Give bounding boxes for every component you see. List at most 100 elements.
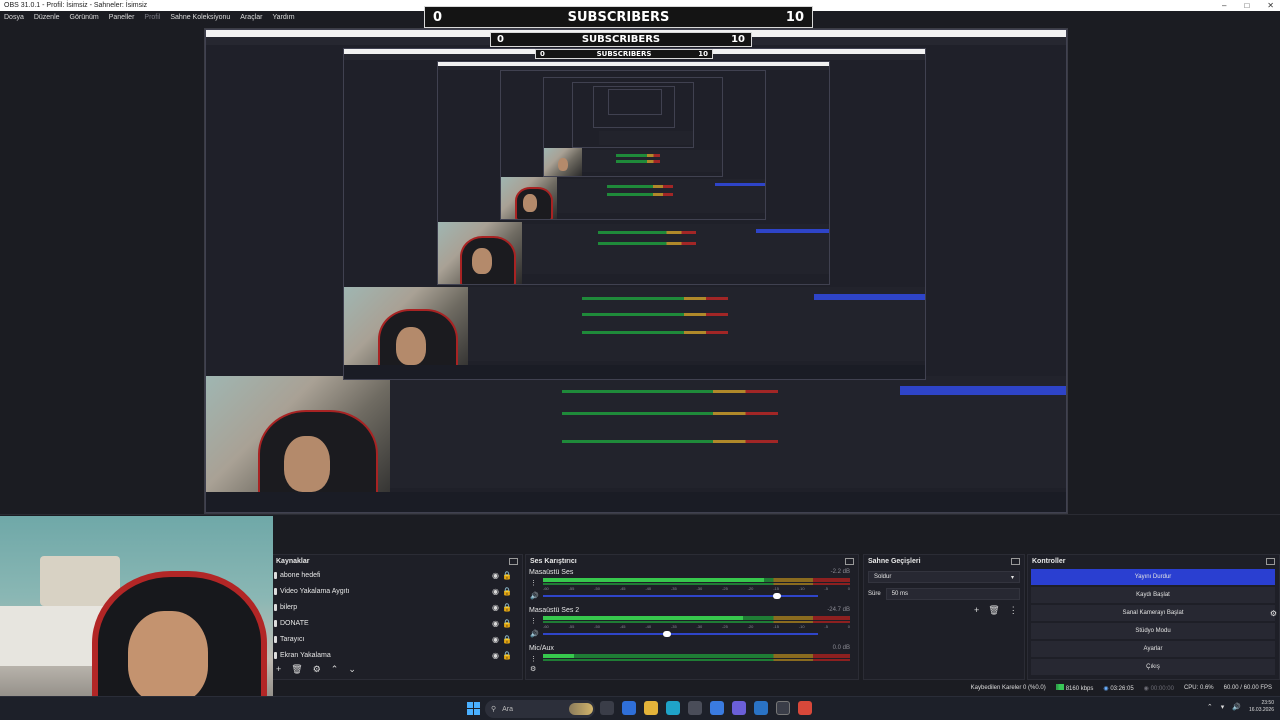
minimize-icon[interactable]: – bbox=[1222, 1, 1226, 10]
transitions-header: Sahne Geçişleri bbox=[864, 555, 1024, 567]
source-label: Video Yakalama Aygıtı bbox=[280, 587, 350, 595]
menu-edit[interactable]: Düzenle bbox=[34, 14, 60, 21]
menu-file[interactable]: Dosya bbox=[4, 14, 24, 21]
menu-tools[interactable]: Araçlar bbox=[240, 14, 262, 21]
eye-icon[interactable]: ◉ bbox=[492, 635, 499, 644]
menu-help[interactable]: Yardım bbox=[272, 14, 294, 21]
duration-value: 50 ms bbox=[891, 591, 909, 597]
stream-time-value: 03:26:05 bbox=[1110, 685, 1134, 692]
chevron-up-icon[interactable]: ⌃ bbox=[1207, 703, 1213, 711]
undock-icon[interactable] bbox=[1266, 557, 1275, 565]
eye-icon[interactable]: ◉ bbox=[492, 651, 499, 660]
file-explorer-icon[interactable] bbox=[644, 701, 658, 715]
sources-dock: Kaynaklar abone hedefi ◉ 🔒 Video Yakalam… bbox=[271, 554, 523, 680]
undock-icon[interactable] bbox=[845, 557, 854, 565]
menu-view[interactable]: Görünüm bbox=[70, 14, 99, 21]
exit-button[interactable]: Çıkış bbox=[1031, 659, 1275, 675]
search-icon: ⚲ bbox=[491, 706, 497, 713]
virtual-camera-label: Sanal Kamerayı Başlat bbox=[1122, 610, 1184, 616]
chrome-icon[interactable] bbox=[798, 701, 812, 715]
gear-icon[interactable]: ⚙ bbox=[313, 664, 321, 675]
trash-icon[interactable]: 🗑 bbox=[291, 664, 302, 675]
duration-label: Süre bbox=[868, 591, 881, 597]
add-icon[interactable]: + bbox=[974, 605, 979, 616]
volume-slider[interactable] bbox=[543, 631, 818, 637]
lock-icon[interactable]: 🔒 bbox=[502, 635, 512, 644]
meter-tick: -30 bbox=[696, 624, 703, 629]
lock-icon[interactable]: 🔒 bbox=[502, 619, 512, 628]
lock-icon[interactable]: 🔒 bbox=[502, 603, 512, 612]
speaker-icon[interactable]: 🔊 bbox=[530, 592, 539, 600]
transition-duration: Süre 50 ms bbox=[868, 588, 1020, 600]
search-highlight-image bbox=[569, 703, 593, 715]
source-item[interactable]: Video Yakalama Aygıtı ◉ 🔒 bbox=[272, 583, 522, 599]
add-icon[interactable]: + bbox=[276, 664, 281, 675]
volume-slider[interactable] bbox=[543, 593, 818, 599]
source-item[interactable]: abone hedefi ◉ 🔒 bbox=[272, 567, 522, 583]
speaker-icon[interactable]: 🔊 bbox=[530, 630, 539, 638]
gear-icon[interactable]: ⚙ bbox=[1270, 609, 1277, 618]
edge-icon[interactable] bbox=[666, 701, 680, 715]
settings-button[interactable]: Ayarlar bbox=[1031, 641, 1275, 657]
meter-scale: -60 -55 -50 -45 -40 -35 -30 -25 -20 -15 -10 -5 0 bbox=[543, 624, 850, 630]
kebab-menu-icon[interactable]: ⋮ bbox=[530, 617, 537, 625]
eye-icon[interactable]: ◉ bbox=[492, 571, 499, 580]
taskbar-search[interactable]: ⚲ Ara bbox=[485, 700, 595, 718]
app-icon[interactable] bbox=[710, 701, 724, 715]
menu-scene-collection[interactable]: Sahne Koleksiyonu bbox=[170, 14, 230, 21]
obs-window: OBS 31.0.1 - Profil: İsimsiz - Sahneler:… bbox=[0, 0, 1280, 720]
subscribers-label-nested-2: SUBSCRIBERS bbox=[596, 50, 652, 58]
source-item[interactable]: Tarayıcı ◉ 🔒 bbox=[272, 631, 522, 647]
maximize-icon[interactable]: □ bbox=[1244, 1, 1249, 10]
preview-canvas[interactable] bbox=[204, 28, 1068, 514]
volume-meter-right bbox=[543, 621, 850, 623]
gear-icon[interactable]: ⚙ bbox=[530, 665, 536, 673]
eye-icon[interactable]: ◉ bbox=[492, 603, 499, 612]
mixer-channel: Masaüstü Ses 2 -24.7 dB ⋮ -60 -55 -50 -45 -4… bbox=[526, 605, 858, 643]
chevron-up-icon[interactable]: ⌃ bbox=[331, 664, 339, 675]
duration-field[interactable]: 50 ms bbox=[885, 588, 1020, 600]
meter-tick: -5 bbox=[824, 586, 828, 591]
start-recording-button[interactable]: Kaydı Başlat bbox=[1031, 587, 1275, 603]
channel-db: 0.0 dB bbox=[832, 645, 850, 651]
lock-icon[interactable]: 🔒 bbox=[502, 651, 512, 660]
meter-tick: -25 bbox=[722, 586, 728, 591]
windows-start-icon[interactable] bbox=[467, 702, 480, 715]
kebab-menu-icon[interactable]: ⋮ bbox=[530, 579, 537, 587]
menu-docks[interactable]: Paneller bbox=[109, 14, 135, 21]
lock-icon[interactable]: 🔒 bbox=[502, 571, 512, 580]
close-icon[interactable]: ✕ bbox=[1267, 1, 1274, 10]
copilot-icon[interactable] bbox=[622, 701, 636, 715]
discord-icon[interactable] bbox=[732, 701, 746, 715]
task-view-icon[interactable] bbox=[600, 701, 614, 715]
source-item[interactable]: DONATE ◉ 🔒 bbox=[272, 615, 522, 631]
stop-streaming-button[interactable]: Yayını Durdur bbox=[1031, 569, 1275, 585]
eye-icon[interactable]: ◉ bbox=[492, 619, 499, 628]
meter-tick: -25 bbox=[722, 624, 728, 629]
steam-icon[interactable] bbox=[754, 701, 768, 715]
menu-profile[interactable]: Profil bbox=[144, 14, 160, 21]
kebab-menu-icon[interactable]: ⋮ bbox=[530, 655, 537, 663]
meter-tick: -55 bbox=[568, 624, 575, 629]
kebab-menu-icon[interactable]: ⋮ bbox=[1009, 605, 1018, 616]
trash-icon[interactable]: 🗑 bbox=[988, 605, 999, 616]
studio-mode-button[interactable]: Stüdyo Modu bbox=[1031, 623, 1275, 639]
signal-icon bbox=[1055, 684, 1064, 690]
transition-select[interactable]: Soldur ▾ bbox=[868, 571, 1020, 583]
lock-icon[interactable]: 🔒 bbox=[502, 587, 512, 596]
start-virtual-camera-button[interactable]: Sanal Kamerayı Başlat ⚙ bbox=[1031, 605, 1277, 621]
chevron-down-icon[interactable]: ⌄ bbox=[348, 664, 356, 675]
obs-icon[interactable] bbox=[776, 701, 790, 715]
source-item[interactable]: bilerp ◉ 🔒 bbox=[272, 599, 522, 615]
mixer-channel: Mic/Aux 0.0 dB ⋮ ⚙ bbox=[526, 643, 858, 681]
source-item[interactable]: Ekran Yakalama ◉ 🔒 bbox=[272, 647, 522, 663]
eye-icon[interactable]: ◉ bbox=[492, 587, 499, 596]
undock-icon[interactable] bbox=[1011, 557, 1020, 565]
scene-transitions-dock: Sahne Geçişleri Soldur ▾ Süre 50 ms + 🗑 … bbox=[863, 554, 1025, 680]
store-icon[interactable] bbox=[688, 701, 702, 715]
audio-mixer-header: Ses Karıştırıcı bbox=[526, 555, 858, 567]
speaker-icon[interactable]: 🔊 bbox=[1232, 703, 1241, 711]
clock[interactable]: 23:50 16.03.2026 bbox=[1249, 700, 1274, 714]
undock-icon[interactable] bbox=[509, 557, 518, 565]
network-icon[interactable]: ▾ bbox=[1221, 703, 1225, 711]
